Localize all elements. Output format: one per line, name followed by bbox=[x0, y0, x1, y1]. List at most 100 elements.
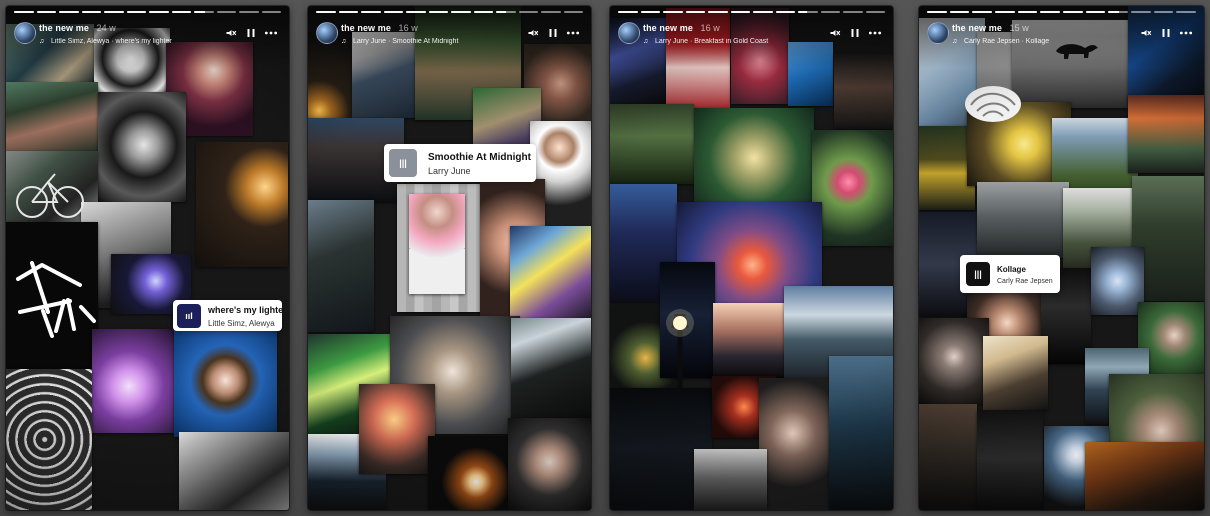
story-card-4[interactable]: the new me 15 w ♫ Carly Rae Jepsen · Kol… bbox=[919, 6, 1204, 510]
avatar[interactable] bbox=[618, 22, 640, 44]
progress-segment bbox=[1040, 11, 1060, 13]
mute-button[interactable] bbox=[224, 25, 238, 41]
progress-segment bbox=[14, 11, 34, 13]
avatar[interactable] bbox=[14, 22, 36, 44]
story-controls bbox=[828, 25, 885, 41]
song-line[interactable]: ♫ Larry June · Breakfast in Gold Coast bbox=[643, 38, 815, 48]
collage-tile bbox=[1091, 247, 1144, 315]
seashell-icon bbox=[965, 86, 1021, 122]
progress-fill bbox=[753, 11, 773, 13]
pause-button[interactable] bbox=[244, 25, 258, 41]
progress-segment bbox=[1153, 11, 1174, 13]
collage-tile bbox=[179, 432, 289, 510]
progress-fill bbox=[927, 11, 947, 13]
progress-segment bbox=[640, 11, 660, 13]
avatar[interactable] bbox=[316, 22, 338, 44]
progress-fill bbox=[708, 11, 728, 13]
story-header: the new me 16 w ♫ Larry June · Breakfast… bbox=[618, 19, 885, 53]
story-age: 16 w bbox=[398, 23, 418, 33]
username[interactable]: the new me bbox=[39, 23, 89, 33]
scribble-graffiti-icon bbox=[16, 261, 96, 338]
progress-fill bbox=[451, 11, 471, 13]
progress-segment bbox=[59, 11, 79, 13]
stories-board: the new me 24 w ♫ Little Simz, Alewya · … bbox=[0, 0, 1210, 516]
collage-tile bbox=[1128, 95, 1204, 173]
progress-segment bbox=[171, 11, 191, 13]
pause-button[interactable] bbox=[1159, 25, 1173, 41]
pause-icon bbox=[1162, 29, 1170, 37]
pause-button[interactable] bbox=[848, 25, 862, 41]
music-sticker[interactable]: ||| Kollage Carly Rae Jepsen bbox=[960, 255, 1060, 293]
progress-segment bbox=[338, 11, 358, 13]
progress-segment bbox=[1176, 11, 1196, 13]
album-art-icon: ||| bbox=[389, 149, 417, 177]
mute-button[interactable] bbox=[828, 25, 842, 41]
progress-segment bbox=[104, 11, 124, 13]
song-line[interactable]: ♫ Carly Rae Jepsen · Kollage bbox=[952, 38, 1126, 48]
collage-tile bbox=[359, 384, 435, 474]
username[interactable]: the new me bbox=[643, 23, 693, 33]
more-icon bbox=[1179, 31, 1193, 35]
music-sticker[interactable]: ııl where's my lighter Little Simz, Alew… bbox=[173, 300, 282, 331]
story-progress bbox=[927, 11, 1196, 13]
story-card-2[interactable]: the new me 16 w ♫ Larry June · Smoothie … bbox=[308, 6, 591, 510]
progress-fill bbox=[149, 11, 169, 13]
mute-button[interactable] bbox=[1139, 25, 1153, 41]
volume-mute-icon bbox=[830, 30, 841, 36]
collage-tile bbox=[829, 356, 893, 510]
song-line[interactable]: ♫ Larry June · Smoothie At Midnight bbox=[341, 38, 513, 48]
collage-tile bbox=[511, 318, 591, 418]
pause-icon bbox=[247, 29, 255, 37]
more-button[interactable] bbox=[264, 25, 278, 41]
more-button[interactable] bbox=[566, 25, 580, 41]
sticker-title: Smoothie At Midnight bbox=[428, 152, 531, 163]
progress-fill bbox=[361, 11, 381, 13]
music-note-icon: ♫ bbox=[39, 38, 45, 45]
progress-fill bbox=[171, 11, 191, 13]
progress-segment bbox=[451, 11, 471, 13]
progress-fill bbox=[1017, 11, 1038, 13]
progress-segment bbox=[994, 11, 1015, 13]
progress-segment bbox=[798, 11, 818, 13]
pause-icon bbox=[549, 29, 557, 37]
progress-segment bbox=[1062, 11, 1083, 13]
photo-collage bbox=[610, 6, 893, 510]
pause-button[interactable] bbox=[546, 25, 560, 41]
music-sticker[interactable]: ||| Smoothie At Midnight Larry June bbox=[384, 144, 536, 182]
progress-fill bbox=[1062, 11, 1083, 13]
progress-fill bbox=[383, 11, 403, 13]
collage-tile bbox=[919, 318, 989, 404]
progress-fill bbox=[104, 11, 124, 13]
progress-fill bbox=[949, 11, 970, 13]
song-text: Larry June · Smoothie At Midnight bbox=[352, 38, 459, 45]
collage-tile bbox=[409, 194, 465, 294]
collage-tile bbox=[428, 436, 511, 510]
story-controls bbox=[224, 25, 281, 41]
progress-fill bbox=[618, 11, 638, 13]
sticker-title: where's my lighter bbox=[208, 305, 282, 315]
more-button[interactable] bbox=[1179, 25, 1193, 41]
more-button[interactable] bbox=[868, 25, 882, 41]
story-progress bbox=[14, 11, 281, 13]
progress-segment bbox=[428, 11, 448, 13]
more-icon bbox=[868, 31, 882, 35]
music-note-icon: ♫ bbox=[341, 38, 347, 45]
mute-button[interactable] bbox=[526, 25, 540, 41]
sticker-artist: Larry June bbox=[428, 166, 471, 176]
username-row: the new me 24 w bbox=[39, 23, 116, 33]
collage-tile bbox=[694, 108, 814, 212]
avatar[interactable] bbox=[927, 22, 949, 44]
volume-mute-icon bbox=[1141, 30, 1152, 36]
progress-fill bbox=[1085, 11, 1106, 13]
username[interactable]: the new me bbox=[341, 23, 391, 33]
progress-segment bbox=[618, 11, 638, 13]
story-card-3[interactable]: the new me 16 w ♫ Larry June · Breakfast… bbox=[610, 6, 893, 510]
photo-collage bbox=[6, 6, 289, 510]
progress-segment bbox=[775, 11, 795, 13]
progress-segment bbox=[865, 11, 885, 13]
song-line[interactable]: ♫ Little Simz, Alewya · where's my light… bbox=[39, 38, 211, 48]
progress-segment bbox=[708, 11, 728, 13]
progress-segment bbox=[541, 11, 561, 13]
story-card-1[interactable]: the new me 24 w ♫ Little Simz, Alewya · … bbox=[6, 6, 289, 510]
username[interactable]: the new me bbox=[952, 23, 1002, 33]
